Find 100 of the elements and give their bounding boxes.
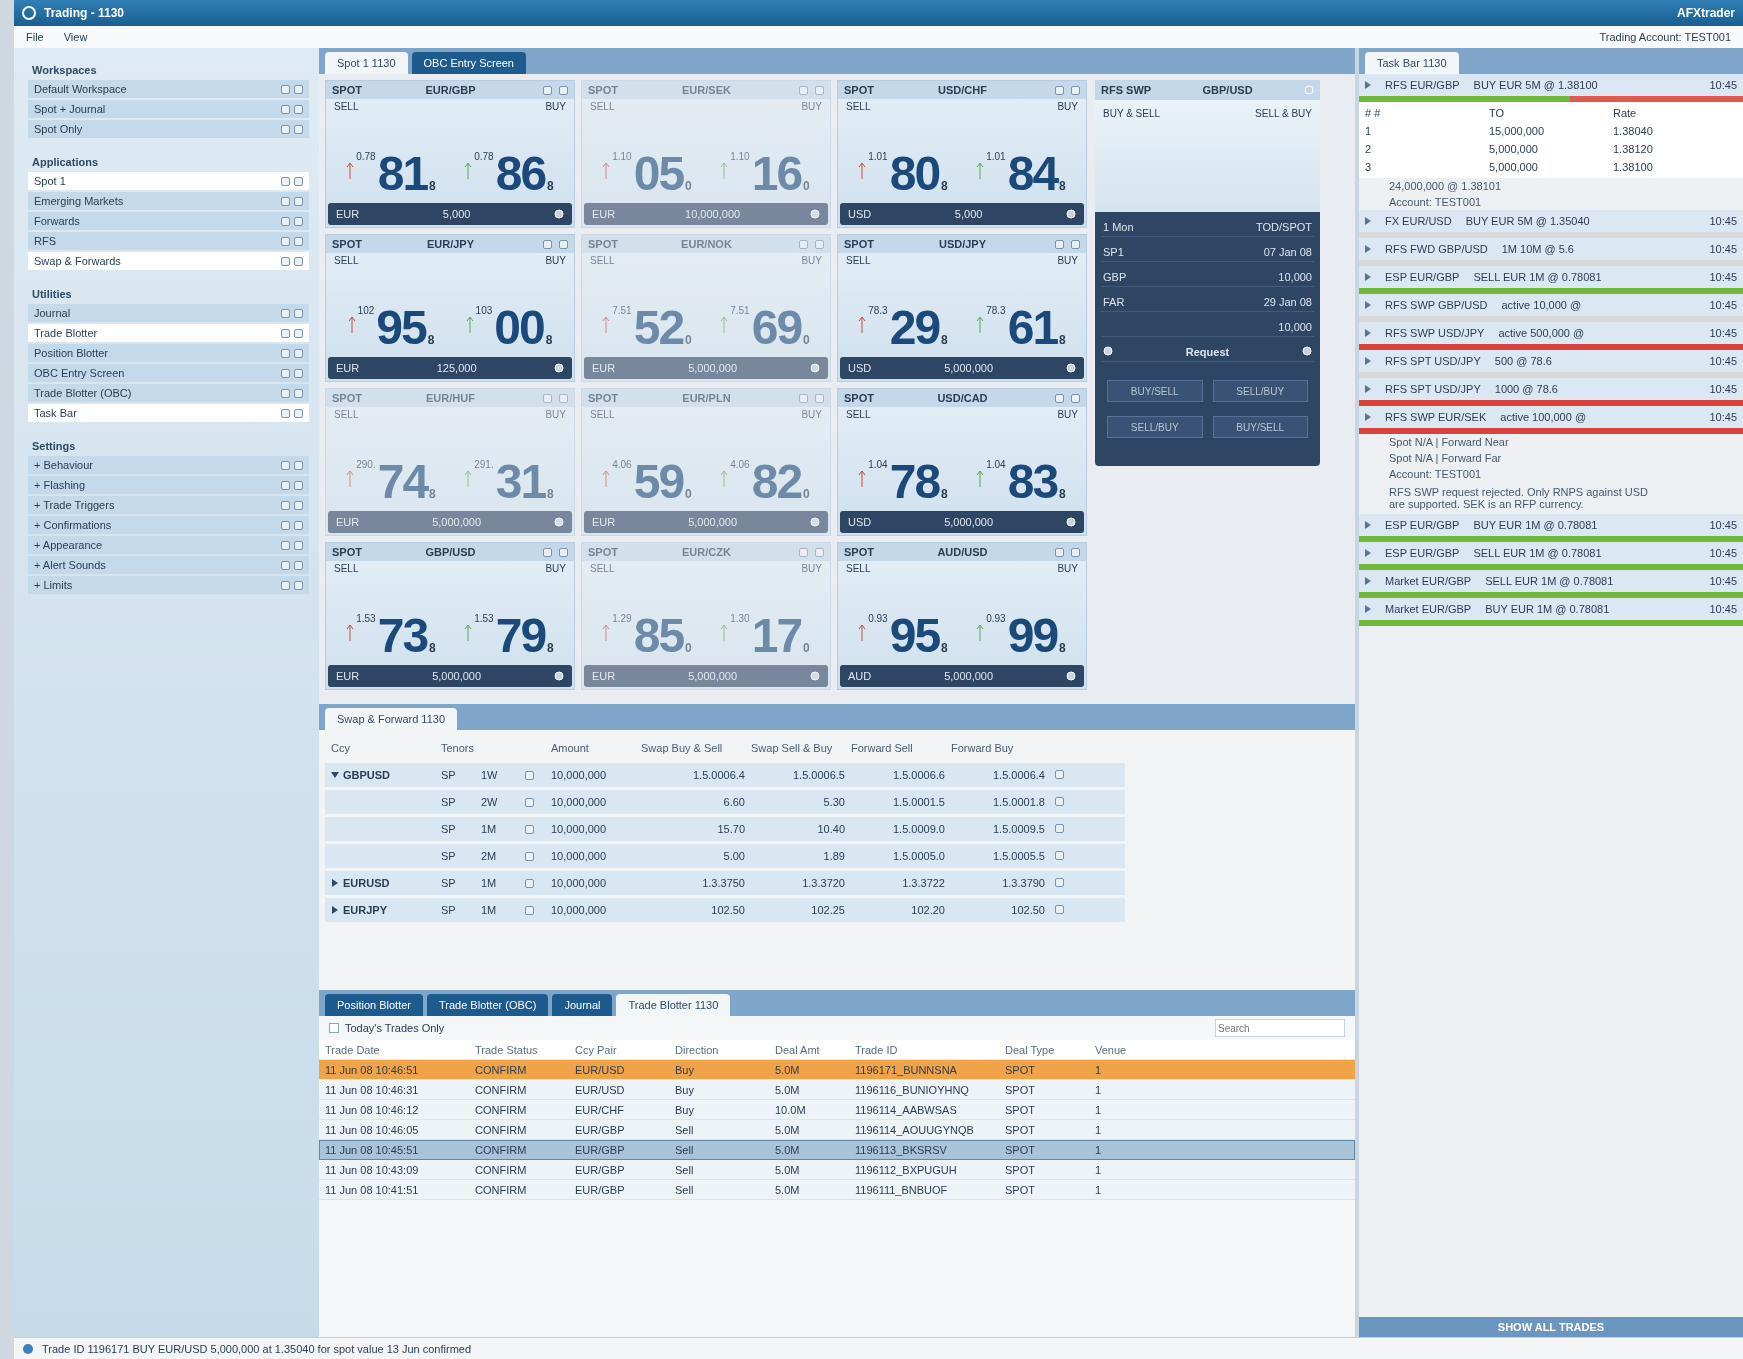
expand-icon[interactable] bbox=[1365, 329, 1371, 337]
near-tenor[interactable]: 1 Mon bbox=[1103, 221, 1134, 233]
currency[interactable]: USD bbox=[848, 208, 872, 220]
table-cell[interactable]: 1.5.0001.5 bbox=[851, 796, 951, 808]
sidebar-item[interactable]: Journal bbox=[28, 304, 309, 322]
sidebar-item[interactable]: + Trade Triggers bbox=[28, 496, 309, 514]
table-row[interactable]: 11 Jun 08 10:46:31 CONFIRM EUR/USD Buy 5.0M 1196116_BUNIOYHNQ SPOT 1 bbox=[319, 1080, 1355, 1100]
sidebar-item[interactable]: Trade Blotter (OBC) bbox=[28, 384, 309, 402]
sidebar-item[interactable]: Emerging Markets bbox=[28, 192, 309, 210]
amount[interactable]: 5,000,000 bbox=[944, 362, 994, 374]
table-cell[interactable]: 102.20 bbox=[851, 904, 951, 916]
sidebar-item[interactable]: + Behaviour bbox=[28, 456, 309, 474]
amount[interactable]: 5,000 bbox=[954, 208, 983, 220]
table-cell[interactable]: 6.60 bbox=[641, 796, 751, 808]
tab[interactable]: Swap & Forward 1130 bbox=[325, 708, 458, 730]
trade-item[interactable]: ESP EUR/GBP BUY EUR 1M @ 0.78081 10:45 bbox=[1359, 514, 1743, 536]
trade-item[interactable]: RFS EUR/GBP BUY EUR 5M @ 1.38100 10:45 bbox=[1359, 74, 1743, 96]
expand-icon[interactable] bbox=[1365, 245, 1371, 253]
option-icon[interactable] bbox=[799, 85, 808, 95]
far-tenor[interactable]: TOD/SPOT bbox=[1255, 221, 1312, 233]
table-cell[interactable]: 1.5.0005.0 bbox=[851, 850, 951, 862]
request-label[interactable]: Request bbox=[1185, 346, 1230, 358]
sidebar-item[interactable]: Swap & Forwards bbox=[28, 252, 309, 270]
table-cell[interactable]: 5.00 bbox=[641, 850, 751, 862]
trade-item[interactable]: ESP EUR/GBP SELL EUR 1M @ 0.78081 10:45 bbox=[1359, 266, 1743, 288]
trade-button[interactable]: SELL/BUY bbox=[1107, 416, 1203, 438]
option-icon[interactable] bbox=[525, 824, 534, 834]
sidebar-item[interactable]: RFS bbox=[28, 232, 309, 250]
expand-icon[interactable] bbox=[1365, 577, 1371, 585]
expand-icon[interactable] bbox=[331, 879, 339, 887]
column-header[interactable]: Ccy Pair bbox=[575, 1043, 675, 1056]
table-cell[interactable]: 1.3.3720 bbox=[751, 877, 851, 889]
table-cell[interactable]: 1.89 bbox=[751, 850, 851, 862]
trade-item[interactable]: FX EUR/USD BUY EUR 5M @ 1.35040 10:45 bbox=[1359, 210, 1743, 232]
table-cell[interactable]: 1.5.0006.4 bbox=[951, 769, 1051, 781]
tab[interactable]: OBC Entry Screen bbox=[411, 52, 526, 74]
amount[interactable]: 125,000 bbox=[436, 362, 477, 374]
option-icon[interactable] bbox=[1055, 851, 1064, 860]
trade-button[interactable]: BUY/SELL bbox=[1212, 416, 1308, 438]
expand-icon[interactable] bbox=[1365, 385, 1371, 393]
option-icon[interactable] bbox=[525, 851, 534, 861]
table-cell[interactable]: 15.70 bbox=[641, 823, 751, 835]
table-cell[interactable]: 1.5.0001.8 bbox=[951, 796, 1051, 808]
option-icon[interactable] bbox=[1055, 85, 1064, 95]
table-cell[interactable]: 1.3.3790 bbox=[951, 877, 1051, 889]
expand-icon[interactable] bbox=[1365, 217, 1371, 225]
table-cell[interactable]: 102.50 bbox=[951, 904, 1051, 916]
option-icon[interactable] bbox=[1055, 878, 1064, 887]
trade-item[interactable]: Market EUR/GBP SELL EUR 1M @ 0.78081 10:45 bbox=[1359, 570, 1743, 592]
expand-icon[interactable] bbox=[1365, 605, 1371, 613]
column-header[interactable]: Trade Date bbox=[325, 1043, 475, 1056]
table-row[interactable]: 11 Jun 08 10:46:12 CONFIRM EUR/CHF Buy 10.0M 1196114_AABWSAS SPOT 1 bbox=[319, 1100, 1355, 1120]
field-value[interactable]: 10,000 bbox=[1278, 271, 1312, 283]
currency[interactable]: USD bbox=[848, 362, 872, 374]
column-header[interactable]: Venue bbox=[1095, 1043, 1165, 1056]
option-icon[interactable] bbox=[1055, 393, 1064, 403]
swap-row[interactable]: SP 1M 10,000,000 15.70 10.40 1.5.0009.0 1.5.0009.5 bbox=[325, 817, 1125, 841]
swap-row[interactable]: SP 2M 10,000,000 5.00 1.89 1.5.0005.0 1.5.0005.5 bbox=[325, 844, 1125, 868]
column-header[interactable]: Direction bbox=[675, 1043, 775, 1056]
expand-icon[interactable] bbox=[1365, 413, 1371, 421]
swap-row[interactable]: SP 2W 10,000,000 6.60 5.30 1.5.0001.5 1.5.0001.8 bbox=[325, 790, 1125, 814]
option-icon[interactable] bbox=[543, 239, 552, 249]
table-cell[interactable]: 102.50 bbox=[641, 904, 751, 916]
table-cell[interactable]: 1.5.0006.4 bbox=[641, 769, 751, 781]
sidebar-item[interactable]: Position Blotter bbox=[28, 344, 309, 362]
currency[interactable]: EUR bbox=[336, 670, 360, 682]
tab[interactable]: Task Bar 1130 bbox=[1365, 52, 1459, 74]
option-icon[interactable] bbox=[525, 797, 534, 807]
field-value[interactable]: 07 Jan 08 bbox=[1263, 246, 1312, 258]
sidebar-item[interactable]: + Limits bbox=[28, 576, 309, 594]
currency[interactable]: AUD bbox=[848, 670, 872, 682]
sidebar-item[interactable]: + Flashing bbox=[28, 476, 309, 494]
sidebar-item[interactable]: + Alert Sounds bbox=[28, 556, 309, 574]
sidebar-item[interactable]: Trade Blotter bbox=[28, 324, 309, 342]
column-header[interactable]: Deal Type bbox=[1005, 1043, 1095, 1056]
trade-item[interactable]: RFS FWD GBP/USD 1M 10M @ 5.6 10:45 bbox=[1359, 238, 1743, 260]
checkbox[interactable] bbox=[329, 1023, 339, 1033]
trade-item[interactable]: RFS SWP EUR/SEK active 100,000 @ 10:45 bbox=[1359, 406, 1743, 428]
table-row[interactable]: 11 Jun 08 10:43:09 CONFIRM EUR/GBP Sell 5.0M 1196112_BXPUGUH SPOT 1 bbox=[319, 1160, 1355, 1180]
table-cell[interactable]: 10.40 bbox=[751, 823, 851, 835]
amount[interactable]: 5,000,000 bbox=[944, 516, 994, 528]
sidebar-item[interactable]: + Confirmations bbox=[28, 516, 309, 534]
field-value[interactable]: 29 Jan 08 bbox=[1263, 296, 1312, 308]
sidebar-item[interactable]: Spot + Journal bbox=[28, 100, 309, 118]
column-header[interactable]: Trade Status bbox=[475, 1043, 575, 1056]
expand-icon[interactable] bbox=[1365, 357, 1371, 365]
option-icon[interactable] bbox=[1055, 824, 1064, 833]
amount[interactable]: 5,000,000 bbox=[432, 670, 482, 682]
table-cell[interactable]: 1.3.3750 bbox=[641, 877, 751, 889]
trade-item[interactable]: RFS SWP USD/JPY active 500,000 @ 10:45 bbox=[1359, 322, 1743, 344]
trade-item[interactable]: RFS SPT USD/JPY 500 @ 78.6 10:45 bbox=[1359, 350, 1743, 372]
sidebar-item[interactable]: Spot 1 bbox=[28, 172, 309, 190]
field-value[interactable]: 10,000 bbox=[1278, 321, 1312, 333]
table-cell[interactable]: 1.5.0006.5 bbox=[751, 769, 851, 781]
table-cell[interactable]: 5.30 bbox=[751, 796, 851, 808]
table-cell[interactable]: 1.5.0006.6 bbox=[851, 769, 951, 781]
search-field[interactable]: Search bbox=[1215, 1019, 1345, 1037]
option-icon[interactable] bbox=[1055, 797, 1064, 806]
currency[interactable]: EUR bbox=[336, 362, 360, 374]
table-cell[interactable]: 102.25 bbox=[751, 904, 851, 916]
